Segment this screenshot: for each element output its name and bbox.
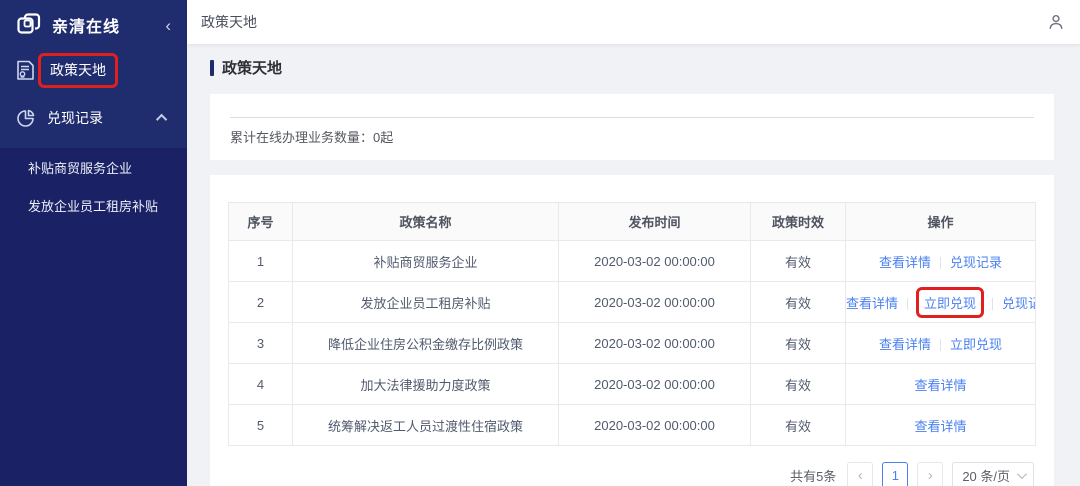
sidebar-collapse-icon[interactable]: ‹: [161, 17, 175, 34]
table-row: 4加大法律援助力度政策2020-03-02 00:00:00有效 查看详情: [229, 364, 1036, 405]
action-link[interactable]: 兑现记录: [1002, 296, 1035, 311]
content: 政策天地 累计在线办理业务数量：0起 序号 政策名称 发布时间 政策时效 操作: [187, 44, 1080, 486]
stats-divider: [230, 94, 1034, 118]
table-header-row: 序号 政策名称 发布时间 政策时效 操作: [229, 203, 1036, 241]
action-separator: [940, 257, 941, 269]
topbar: 政策天地: [187, 0, 1080, 44]
validity-cell: 有效: [751, 405, 846, 446]
policy-table-card: 序号 政策名称 发布时间 政策时效 操作 1补贴商贸服务企业2020-03-02…: [210, 175, 1054, 486]
action-link[interactable]: 查看详情: [914, 419, 966, 434]
policy-name-cell: 统筹解决返工人员过渡性住宿政策: [293, 405, 559, 446]
sidebar-subitem-rent-subsidy-label: 发放企业员工租房补贴: [28, 196, 158, 215]
table-row: 3降低企业住房公积金缴存比例政策2020-03-02 00:00:00有效查看详…: [229, 323, 1036, 364]
user-icon[interactable]: [1048, 14, 1064, 30]
chevron-up-icon[interactable]: [156, 114, 167, 125]
policy-name-cell: 发放企业员工租房补贴: [293, 282, 559, 323]
pagination-next-button[interactable]: ›: [917, 462, 943, 486]
sidebar-item-policy-world[interactable]: 政策天地: [0, 50, 187, 90]
actions-cell: 查看详情 立即兑现 兑现记录: [846, 282, 1036, 323]
pagination-total: 共有5条: [790, 466, 836, 485]
row-index-cell: 3: [229, 323, 293, 364]
action-link[interactable]: 立即兑现: [916, 287, 984, 318]
row-index-cell: 2: [229, 282, 293, 323]
publish-time-cell: 2020-03-02 00:00:00: [559, 282, 751, 323]
chevron-down-icon: [1017, 469, 1027, 479]
sidebar-subitem-rent-subsidy[interactable]: 发放企业员工租房补贴: [0, 186, 187, 224]
validity-cell: 有效: [751, 241, 846, 282]
actions-cell: 查看详情: [846, 405, 1036, 446]
pagination-page-1[interactable]: 1: [882, 462, 908, 486]
action-link[interactable]: 查看详情: [879, 255, 931, 270]
app-logo-icon: [16, 12, 42, 38]
actions-cell: 查看详情 兑现记录: [846, 241, 1036, 282]
table-row: 5统筹解决返工人员过渡性住宿政策2020-03-02 00:00:00有效 查看详…: [229, 405, 1036, 446]
action-link[interactable]: 查看详情: [879, 337, 931, 352]
sidebar-item-policy-world-label: 政策天地: [38, 53, 118, 88]
policy-name-cell: 加大法律援助力度政策: [293, 364, 559, 405]
table-body: 1补贴商贸服务企业2020-03-02 00:00:00有效查看详情兑现记录2发…: [229, 241, 1036, 446]
breadcrumb: 政策天地: [201, 12, 257, 32]
publish-time-cell: 2020-03-02 00:00:00: [559, 241, 751, 282]
sidebar-filler: [0, 224, 187, 486]
title-accent-bar: [210, 60, 214, 76]
sidebar-item-redeem-records-label: 兑现记录: [47, 108, 103, 128]
logo-row: 亲清在线 ‹: [0, 0, 187, 50]
policy-name-cell: 降低企业住房公积金缴存比例政策: [293, 323, 559, 364]
action-separator: [907, 298, 908, 310]
section-title: 政策天地: [210, 57, 1054, 78]
pagination: 共有5条 ‹ 1 › 20 条/页: [228, 446, 1036, 486]
action-link[interactable]: 查看详情: [914, 378, 966, 393]
sidebar-item-redeem-records[interactable]: 兑现记录: [0, 98, 187, 138]
pie-chart-icon: [16, 109, 35, 128]
header-validity: 政策时效: [751, 203, 846, 241]
publish-time-cell: 2020-03-02 00:00:00: [559, 405, 751, 446]
sidebar-submenu: 补贴商贸服务企业 发放企业员工租房补贴: [0, 148, 187, 224]
validity-cell: 有效: [751, 282, 846, 323]
header-publish-time: 发布时间: [559, 203, 751, 241]
row-index-cell: 1: [229, 241, 293, 282]
header-actions: 操作: [846, 203, 1036, 241]
actions-cell: 查看详情: [846, 364, 1036, 405]
page-size-select[interactable]: 20 条/页: [952, 462, 1034, 486]
sidebar: 亲清在线 ‹ 政策天地 兑现记录 补贴商贸服务企业 发放企业员工租: [0, 0, 187, 486]
policy-table: 序号 政策名称 发布时间 政策时效 操作 1补贴商贸服务企业2020-03-02…: [228, 202, 1036, 446]
publish-time-cell: 2020-03-02 00:00:00: [559, 323, 751, 364]
main-area: 政策天地 政策天地 累计在线办理业务数量：0起 序号: [187, 0, 1080, 486]
pagination-prev-button[interactable]: ‹: [847, 462, 873, 486]
stats-line: 累计在线办理业务数量：0起: [230, 118, 1034, 160]
table-row: 1补贴商贸服务企业2020-03-02 00:00:00有效 查看详情 兑现记录: [229, 241, 1036, 282]
action-separator: [940, 339, 941, 351]
page-size-label: 20 条/页: [962, 466, 1010, 485]
row-index-cell: 4: [229, 364, 293, 405]
actions-cell: 查看详情 立即兑现: [846, 323, 1036, 364]
header-index: 序号: [229, 203, 293, 241]
action-link[interactable]: 立即兑现: [950, 337, 1002, 352]
header-policy-name: 政策名称: [293, 203, 559, 241]
policy-name-cell: 补贴商贸服务企业: [293, 241, 559, 282]
page-title: 政策天地: [222, 57, 282, 78]
publish-time-cell: 2020-03-02 00:00:00: [559, 364, 751, 405]
policy-doc-icon: [16, 60, 35, 81]
action-link[interactable]: 兑现记录: [950, 255, 1002, 270]
stats-card: 累计在线办理业务数量：0起: [210, 94, 1054, 160]
action-link[interactable]: 查看详情: [846, 296, 898, 311]
sidebar-subitem-subsidy-trade[interactable]: 补贴商贸服务企业: [0, 148, 187, 186]
sidebar-subitem-subsidy-trade-label: 补贴商贸服务企业: [28, 158, 132, 177]
app-title: 亲清在线: [52, 13, 151, 37]
validity-cell: 有效: [751, 364, 846, 405]
row-index-cell: 5: [229, 405, 293, 446]
table-row: 2发放企业员工租房补贴2020-03-02 00:00:00有效查看详情 立即兑现…: [229, 282, 1036, 323]
validity-cell: 有效: [751, 323, 846, 364]
action-separator: [992, 298, 993, 310]
